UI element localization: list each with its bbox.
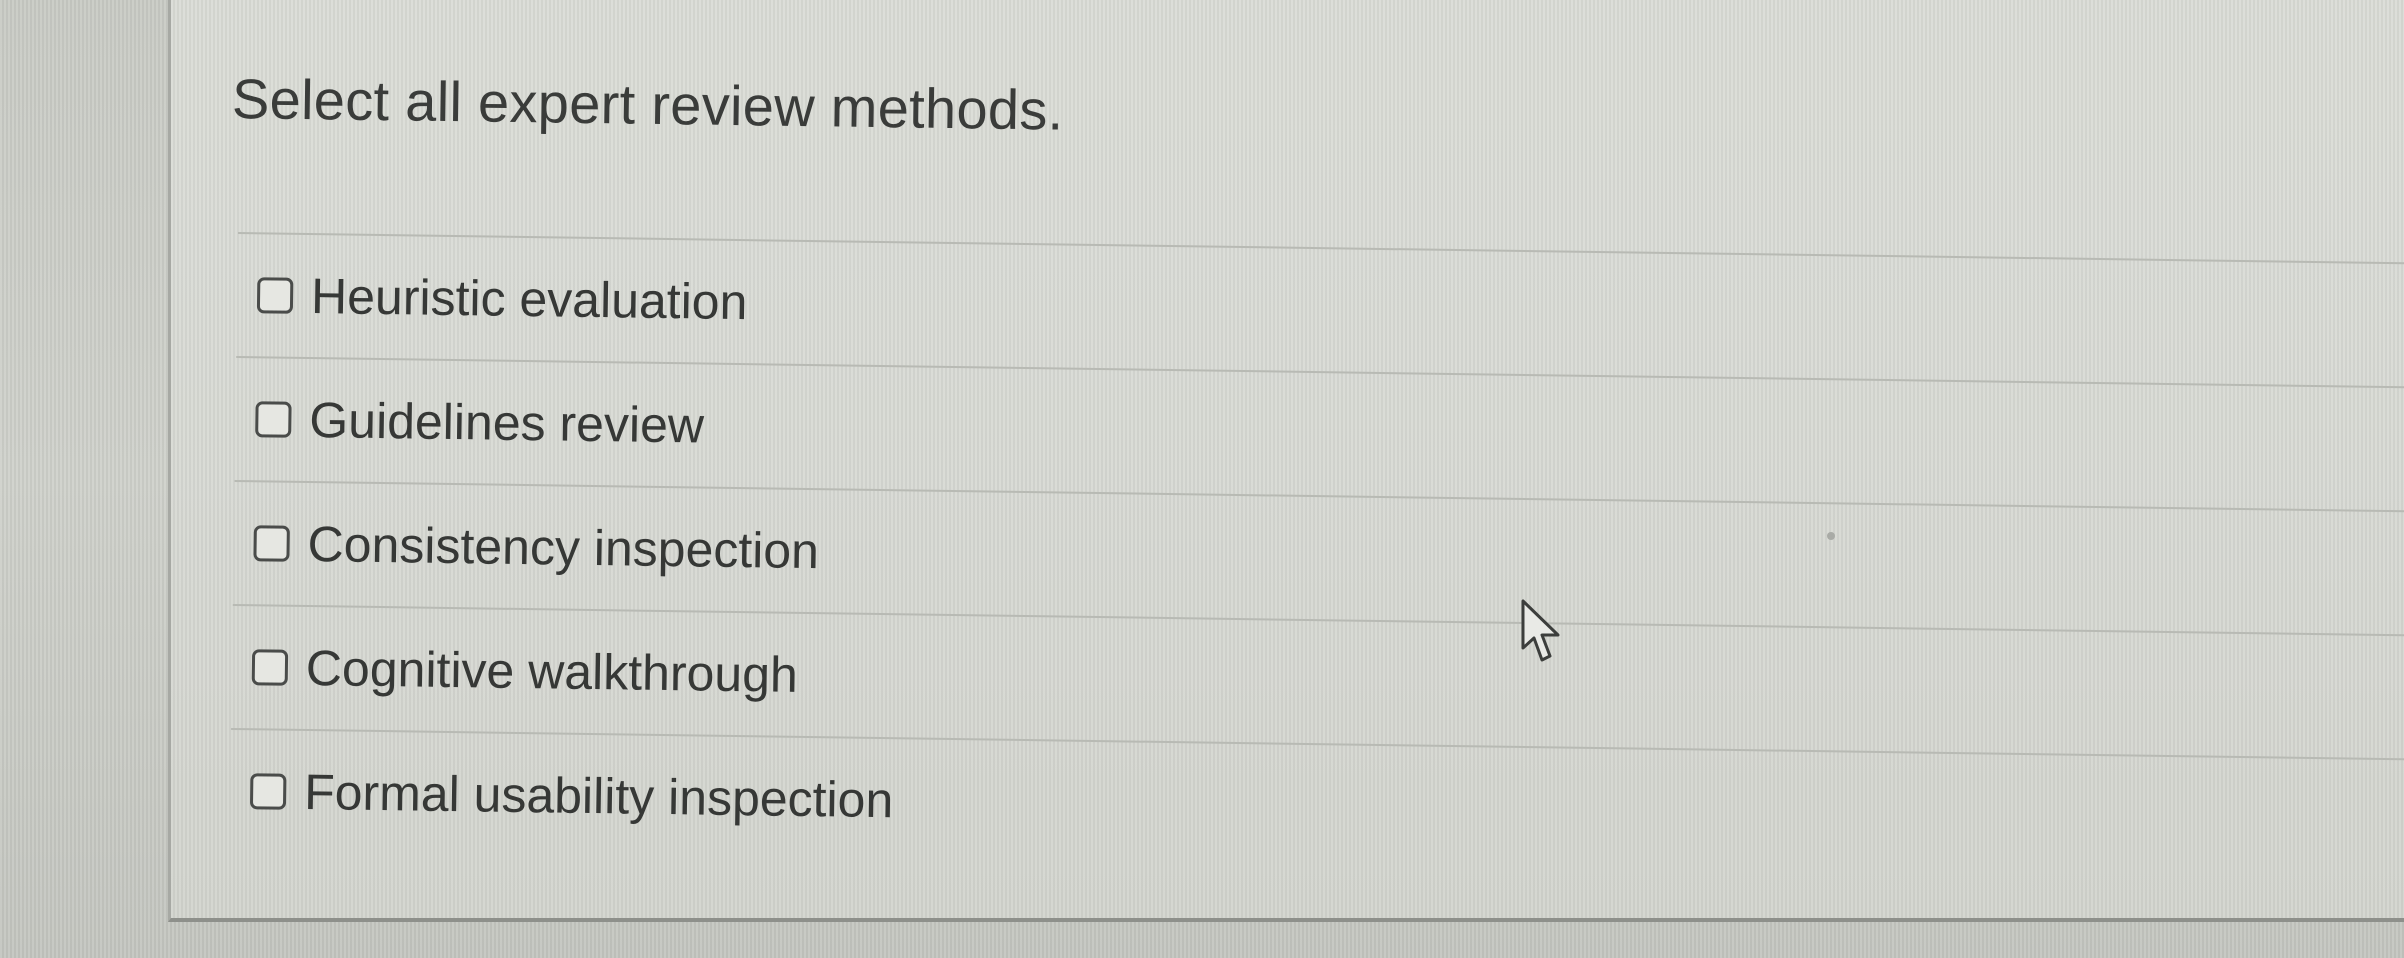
option-list: Heuristic evaluation Guidelines review C… bbox=[229, 232, 2404, 883]
option-label: Formal usability inspection bbox=[303, 763, 894, 829]
checkbox-unchecked-icon[interactable] bbox=[253, 525, 290, 562]
question-text: Select all expert review methods. bbox=[231, 67, 1064, 142]
checkbox-unchecked-icon[interactable] bbox=[249, 773, 287, 810]
mouse-pointer-icon bbox=[1521, 599, 1560, 662]
option-label: Heuristic evaluation bbox=[310, 268, 748, 331]
option-label: Guidelines review bbox=[308, 392, 705, 454]
option-label: Consistency inspection bbox=[307, 516, 820, 580]
screen-speck bbox=[1827, 532, 1835, 540]
option-label: Cognitive walkthrough bbox=[305, 639, 799, 703]
checkbox-unchecked-icon[interactable] bbox=[255, 401, 292, 438]
checkbox-unchecked-icon[interactable] bbox=[256, 277, 294, 314]
checkbox-unchecked-icon[interactable] bbox=[251, 649, 289, 686]
